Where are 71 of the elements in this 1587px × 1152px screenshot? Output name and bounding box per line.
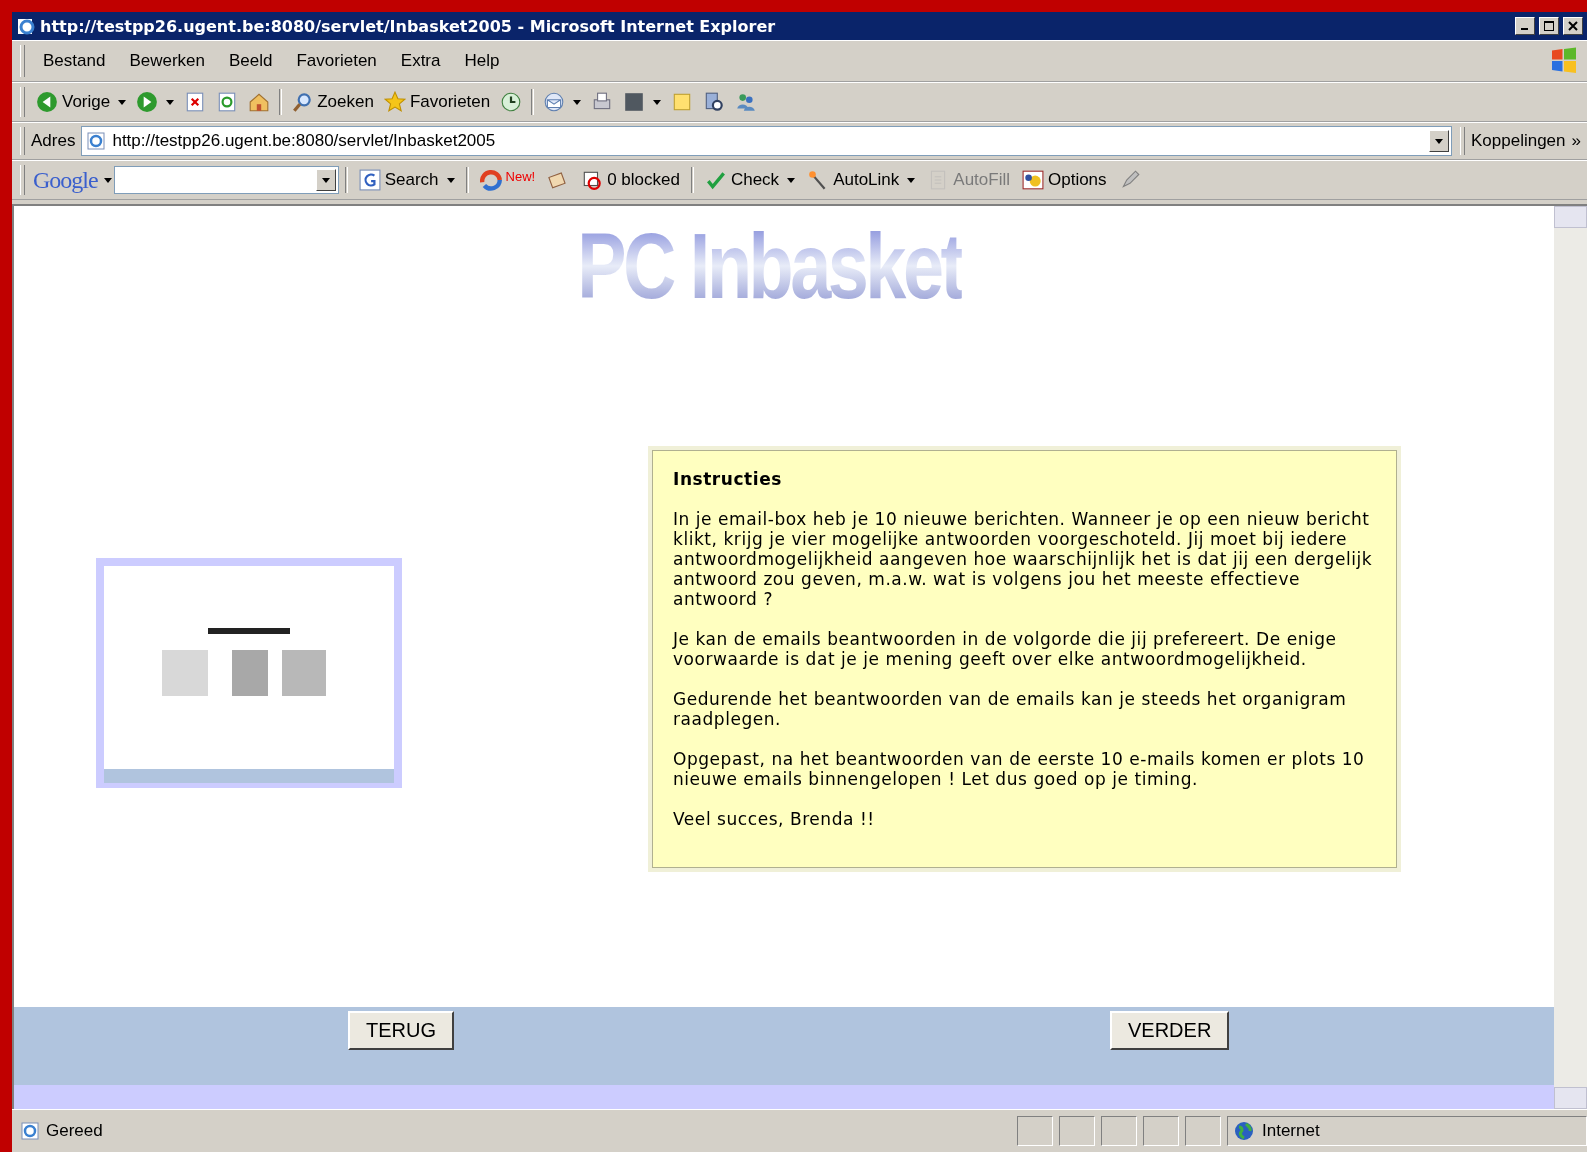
url-text: http://testpp26.ugent.be:8080/servlet/Inbasket2005	[112, 131, 496, 151]
minimize-button[interactable]	[1515, 17, 1535, 35]
toolbar-button[interactable]: Zoeken	[286, 89, 379, 115]
menu-item[interactable]: Bestand	[31, 49, 118, 73]
toolbar-button[interactable]: Check	[699, 167, 801, 193]
browser-icon	[16, 16, 36, 36]
instruction-paragraph: Opgepast, na het beantwoorden van de eerste 10 e-mails komen er plots 10 nieuwe emails binnengelopen ! Let dus goed op je timing.	[673, 749, 1366, 789]
search-field[interactable]	[113, 166, 339, 194]
toolbar-button[interactable]: Options	[1017, 167, 1112, 193]
instruction-paragraph: Gedurende het beantwoorden van de emails kan je steeds het organigram raadplegen.	[673, 689, 1348, 729]
instruction-paragraph: In je email-box heb je 10 nieuwe berichten. Wanneer je op een nieuw bericht klikt, krijg je vier mogelijke antwoorden voorgeschoteld. Jij moet bij iedere antwoordmogelijkheid aangeven hoe waarschijnlijk het is dat jij een dergelijk antwoord zou geven, m.a.w. wat is volgens jou het meeste effectieve antwoord ?	[673, 509, 1374, 609]
caret-icon	[321, 177, 330, 183]
instruction-paragraph: Veel succes, Brenda !!	[673, 809, 876, 829]
dropdown-caret-icon[interactable]	[907, 177, 916, 183]
close-button[interactable]	[1563, 17, 1583, 35]
research-icon	[703, 91, 726, 113]
address-field[interactable]: http://testpp26.ugent.be:8080/servlet/Inbasket2005	[81, 126, 1452, 156]
dropdown-button[interactable]	[1429, 130, 1449, 152]
address-label: Adres	[31, 131, 77, 151]
history-icon	[500, 91, 523, 113]
dropdown-caret-icon[interactable]	[573, 99, 582, 105]
toolbar-button[interactable]: Vorige	[31, 89, 132, 115]
more-chevron[interactable]: »	[1571, 131, 1587, 151]
zone-text: Internet	[1262, 1121, 1320, 1141]
windows-logo-icon	[1549, 46, 1579, 76]
toolbar-button[interactable]: 0 blocked	[576, 167, 685, 193]
menu-item[interactable]: Favorieten	[284, 49, 389, 73]
status-panel	[1143, 1116, 1179, 1146]
dropdown-caret-icon[interactable]	[653, 99, 662, 105]
dropdown-caret-icon[interactable]	[118, 99, 127, 105]
home-icon	[248, 91, 271, 113]
toolbar-button[interactable]: Search	[353, 167, 460, 193]
toolbar-button[interactable]: Favorieten	[378, 89, 496, 115]
google-search-icon	[358, 169, 381, 191]
status-panel	[1185, 1116, 1221, 1146]
dropdown-caret-icon[interactable]	[103, 177, 112, 183]
status-panel	[1059, 1116, 1095, 1146]
instructions-title: Instructies	[673, 469, 783, 489]
spellcheck-icon	[704, 169, 727, 191]
instruction-paragraph: Je kan de emails beantwoorden in de volgorde die jij prefereert. De enige voorwaarde is dat je je mening geeft over elke antwoordmogelijkheid.	[673, 629, 1338, 669]
menu-item[interactable]: Bewerken	[117, 49, 217, 73]
people-icon	[735, 91, 758, 113]
status-panel	[1101, 1116, 1137, 1146]
mail-icon	[543, 91, 566, 113]
swirl-icon	[479, 169, 502, 191]
dropdown-caret-icon[interactable]	[787, 177, 796, 183]
close-icon	[1568, 21, 1578, 31]
window-title: http://testpp26.ugent.be:8080/servlet/Inbasket2005 - Microsoft Internet Explorer	[40, 16, 777, 36]
caret-icon	[1435, 138, 1443, 144]
dropdown-caret-icon[interactable]	[446, 177, 455, 183]
globe-icon	[1234, 1121, 1254, 1141]
dropdown-button[interactable]	[315, 169, 336, 191]
menu-item[interactable]: Help	[452, 49, 512, 73]
status-panel	[1017, 1116, 1053, 1146]
maximize-icon	[1544, 21, 1554, 31]
maximize-button[interactable]	[1539, 17, 1559, 35]
status-text: Gereed	[46, 1121, 104, 1141]
toolbar-button[interactable]: AutoLink	[802, 167, 921, 193]
popup-blocker-icon	[581, 169, 604, 191]
options-icon	[1022, 169, 1044, 191]
menu-item[interactable]: Beeld	[217, 49, 285, 73]
star-icon	[383, 91, 406, 113]
search-icon	[291, 91, 314, 113]
menu-item[interactable]: Extra	[388, 49, 453, 73]
page-icon	[86, 131, 107, 151]
links-label[interactable]: Koppelingen	[1471, 131, 1572, 151]
google-logo[interactable]: Google	[33, 166, 98, 194]
dropdown-caret-icon[interactable]	[166, 99, 175, 105]
nav-button[interactable]: VERDER	[1110, 1011, 1230, 1050]
nav-button[interactable]: TERUG	[348, 1011, 454, 1050]
page-icon	[20, 1121, 40, 1141]
